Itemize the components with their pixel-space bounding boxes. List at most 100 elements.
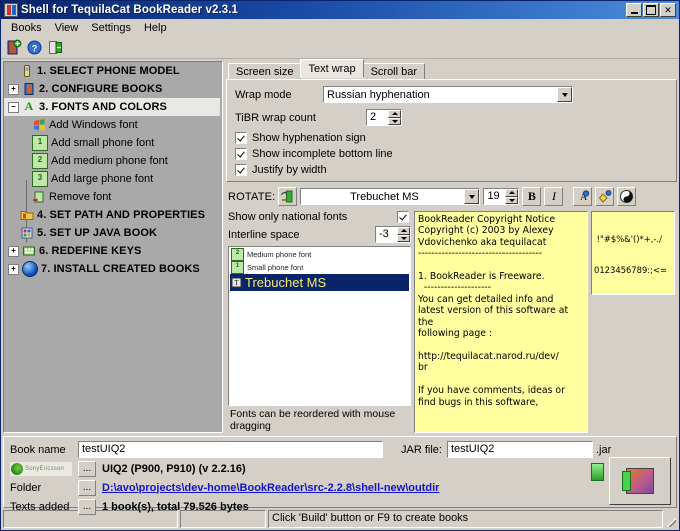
spinner-down-icon[interactable] <box>388 117 401 125</box>
build-book-icon <box>622 468 654 494</box>
folder-icon <box>20 208 34 222</box>
sidebar-item-label: 3. FONTS AND COLORS <box>39 101 167 113</box>
interline-space-stepper[interactable]: -3 <box>375 226 411 243</box>
italic-button[interactable]: I <box>544 187 564 206</box>
list-item[interactable]: 2 Medium phone font <box>230 248 409 261</box>
add-book-icon[interactable] <box>5 39 22 56</box>
texts-added-row: Texts added ... 1 book(s), total 79.526 … <box>10 498 672 515</box>
expander-plus-icon[interactable]: + <box>8 83 19 95</box>
globe-icon <box>22 261 38 277</box>
spinner-down-icon[interactable] <box>505 196 519 204</box>
checkbox-justify-by-width[interactable]: Justify by width <box>235 164 670 176</box>
show-national-fonts-checkbox[interactable] <box>397 211 409 223</box>
chevron-down-icon[interactable] <box>464 189 480 204</box>
tibr-wrap-count-stepper[interactable]: 2 <box>366 109 402 126</box>
checkbox-label: Show hyphenation sign <box>252 132 366 144</box>
text-color-icon[interactable]: A <box>573 187 593 206</box>
list-item-selected[interactable]: T Trebuchet MS <box>230 274 409 291</box>
checkbox-icon[interactable] <box>235 164 247 176</box>
jar-file-input[interactable]: testUIQ2 <box>447 441 593 458</box>
sidebar-item-label: 1. SELECT PHONE MODEL <box>37 65 180 77</box>
build-button[interactable] <box>609 457 671 505</box>
book-properties-panel: Book name testUIQ2 JAR file: testUIQ2 .j… <box>3 436 677 515</box>
font-size-value: 19 <box>487 190 500 202</box>
sidebar-item-add-windows-font[interactable]: Add Windows font <box>16 116 222 134</box>
spinner-up-icon[interactable] <box>397 227 410 235</box>
wizard-tree[interactable]: 1. SELECT PHONE MODEL + 2. CONFIGURE BOO… <box>3 61 223 433</box>
windows-font-icon <box>32 118 46 132</box>
expander-plus-icon[interactable]: + <box>8 263 19 275</box>
list-item[interactable]: 1 Small phone font <box>230 261 409 274</box>
close-button[interactable]: ✕ <box>660 3 676 17</box>
show-national-fonts-row[interactable]: Show only national fonts <box>228 211 411 223</box>
sidebar-item-label: Add Windows font <box>49 119 138 131</box>
font-family-select[interactable]: Trebuchet MS <box>300 188 481 205</box>
tab-text-wrap[interactable]: Text wrap <box>300 59 364 78</box>
sidebar-item-add-small-phone-font[interactable]: 1 Add small phone font <box>16 134 222 152</box>
bold-button[interactable]: B <box>522 187 542 206</box>
folder-browse-button[interactable]: ... <box>78 479 96 496</box>
spinner-down-icon[interactable] <box>397 234 410 242</box>
menu-view[interactable]: View <box>49 21 85 35</box>
list-item-label: Medium phone font <box>247 250 312 259</box>
folder-path-link[interactable]: D:\avo\projects\dev-home\BookReader\src-… <box>102 482 439 494</box>
sidebar-item-redefine-keys[interactable]: + 6. REDEFINE KEYS <box>4 242 222 260</box>
checkbox-icon[interactable] <box>235 132 247 144</box>
symbian-swirl-icon <box>11 462 23 475</box>
spinner-up-icon[interactable] <box>388 110 401 118</box>
rotate-icon[interactable] <box>278 187 298 206</box>
minimize-button[interactable] <box>626 3 642 17</box>
background-color-icon[interactable] <box>595 187 615 206</box>
sidebar-item-add-large-phone-font[interactable]: 3 Add large phone font <box>16 170 222 188</box>
sidebar-item-install-created-books[interactable]: + 7. INSTALL CREATED BOOKS <box>4 260 222 278</box>
tab-scroll-bar[interactable]: Scroll bar <box>362 63 426 80</box>
tab-screen-size[interactable]: Screen size <box>228 63 302 80</box>
resize-grip-icon[interactable] <box>665 516 677 528</box>
font-list[interactable]: 2 Medium phone font 1 Small phone font T… <box>228 246 411 406</box>
spinner-buttons[interactable] <box>388 110 401 125</box>
exit-icon[interactable] <box>47 39 64 56</box>
font-size-stepper[interactable]: 19 <box>483 188 520 205</box>
sidebar-item-set-up-java-book[interactable]: 5. SET UP JAVA BOOK <box>4 224 222 242</box>
texts-added-browse-button[interactable]: ... <box>78 498 96 515</box>
sidebar-item-add-medium-phone-font[interactable]: 2 Add medium phone font <box>16 152 222 170</box>
rotate-label: ROTATE: <box>228 190 276 203</box>
tibr-wrap-count-row: TiBR wrap count 2 <box>235 109 670 126</box>
expander-minus-icon[interactable]: – <box>8 101 19 113</box>
book-name-input[interactable]: testUIQ2 <box>78 441 383 458</box>
sidebar-item-set-path-and-properties[interactable]: 4. SET PATH AND PROPERTIES <box>4 206 222 224</box>
sidebar-item-label: Add small phone font <box>51 137 155 149</box>
font-reorder-hint: Fonts can be reordered with mouse draggi… <box>230 408 396 432</box>
sidebar-item-select-phone-model[interactable]: 1. SELECT PHONE MODEL <box>4 62 222 80</box>
sidebar-item-configure-books[interactable]: + 2. CONFIGURE BOOKS <box>4 80 222 98</box>
sidebar-item-remove-font[interactable]: Remove font <box>16 188 222 206</box>
settings-pane: Screen size Text wrap Scroll bar Wrap mo… <box>226 59 677 433</box>
sidebar-item-fonts-and-colors[interactable]: – A 3. FONTS AND COLORS <box>4 98 220 116</box>
sidebar-item-label: Add large phone font <box>51 173 154 185</box>
phone-model-browse-button[interactable]: ... <box>78 460 96 477</box>
expander-placeholder <box>20 193 29 202</box>
chevron-down-icon[interactable] <box>557 87 572 102</box>
invert-colors-icon[interactable] <box>617 187 637 206</box>
menu-books[interactable]: Books <box>5 21 48 35</box>
expander-placeholder <box>20 139 29 148</box>
help-icon[interactable]: ? <box>26 39 43 56</box>
interline-space-row: Interline space -3 <box>228 226 411 243</box>
wrap-mode-select[interactable]: Russian hyphenation <box>323 86 573 103</box>
maximize-button[interactable] <box>643 3 659 17</box>
spinner-buttons[interactable] <box>397 227 410 242</box>
menu-help[interactable]: Help <box>138 21 173 35</box>
spinner-buttons[interactable] <box>505 189 519 204</box>
checkbox-show-incomplete-bottom-line[interactable]: Show incomplete bottom line <box>235 148 670 160</box>
keys-icon <box>22 244 36 258</box>
checkbox-show-hyphenation-sign[interactable]: Show hyphenation sign <box>235 132 670 144</box>
sidebar-item-label: 4. SET PATH AND PROPERTIES <box>37 209 206 221</box>
spinner-up-icon[interactable] <box>505 189 519 197</box>
expander-plus-icon[interactable]: + <box>8 245 19 257</box>
tab-strip: Screen size Text wrap Scroll bar <box>226 59 677 80</box>
menu-settings[interactable]: Settings <box>85 21 137 35</box>
jar-extension-label: .jar <box>596 443 612 456</box>
checkbox-icon[interactable] <box>235 148 247 160</box>
sidebar-item-label: 7. INSTALL CREATED BOOKS <box>41 263 200 275</box>
phone-icon <box>20 64 34 78</box>
